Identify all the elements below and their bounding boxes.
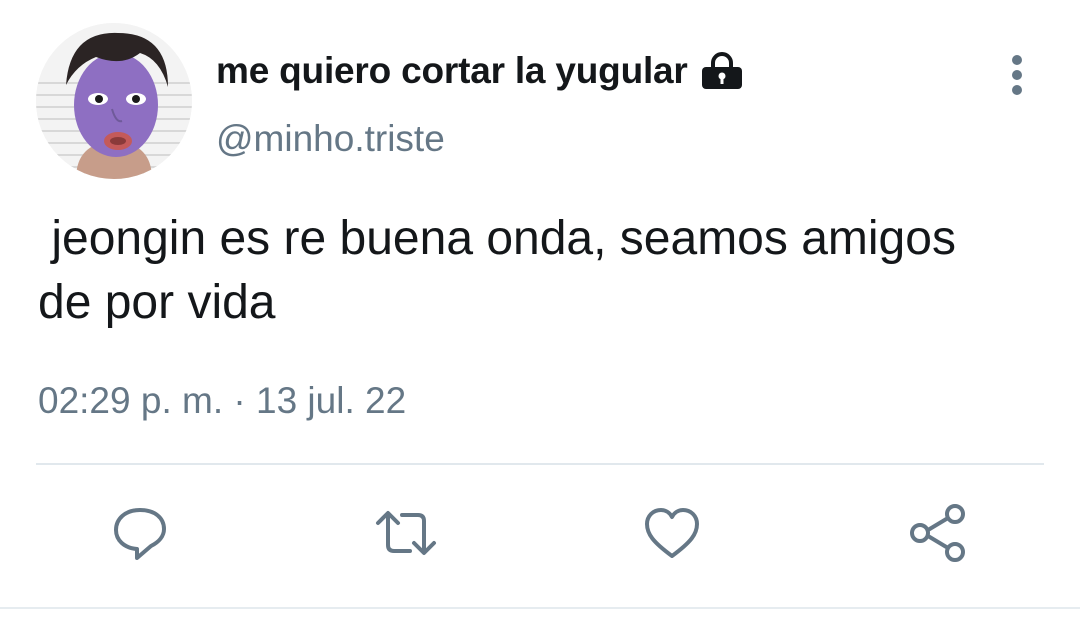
user-handle[interactable]: @minho.triste	[216, 118, 445, 160]
lock-icon	[700, 52, 744, 90]
reply-icon	[111, 504, 169, 567]
display-name[interactable]: me quiero cortar la yugular	[216, 50, 688, 92]
like-icon	[643, 506, 701, 565]
like-button[interactable]	[642, 505, 702, 565]
retweet-button[interactable]	[376, 505, 436, 565]
bottom-divider	[0, 607, 1080, 609]
tweet-timestamp[interactable]: 02:29 p. m. · 13 jul. 22	[38, 380, 406, 422]
divider	[36, 463, 1044, 465]
reply-button[interactable]	[110, 505, 170, 565]
retweet-icon	[374, 507, 438, 564]
tweet-text: jeongin es re buena onda, seamos amigos …	[38, 212, 970, 329]
tweet-detail: me quiero cortar la yugular @minho.trist…	[0, 0, 1080, 627]
avatar-image	[36, 23, 192, 179]
more-options-icon[interactable]	[1002, 52, 1032, 98]
share-button[interactable]	[908, 503, 968, 568]
display-name-row: me quiero cortar la yugular	[216, 48, 744, 94]
avatar[interactable]	[36, 23, 192, 179]
share-icon	[908, 503, 968, 568]
